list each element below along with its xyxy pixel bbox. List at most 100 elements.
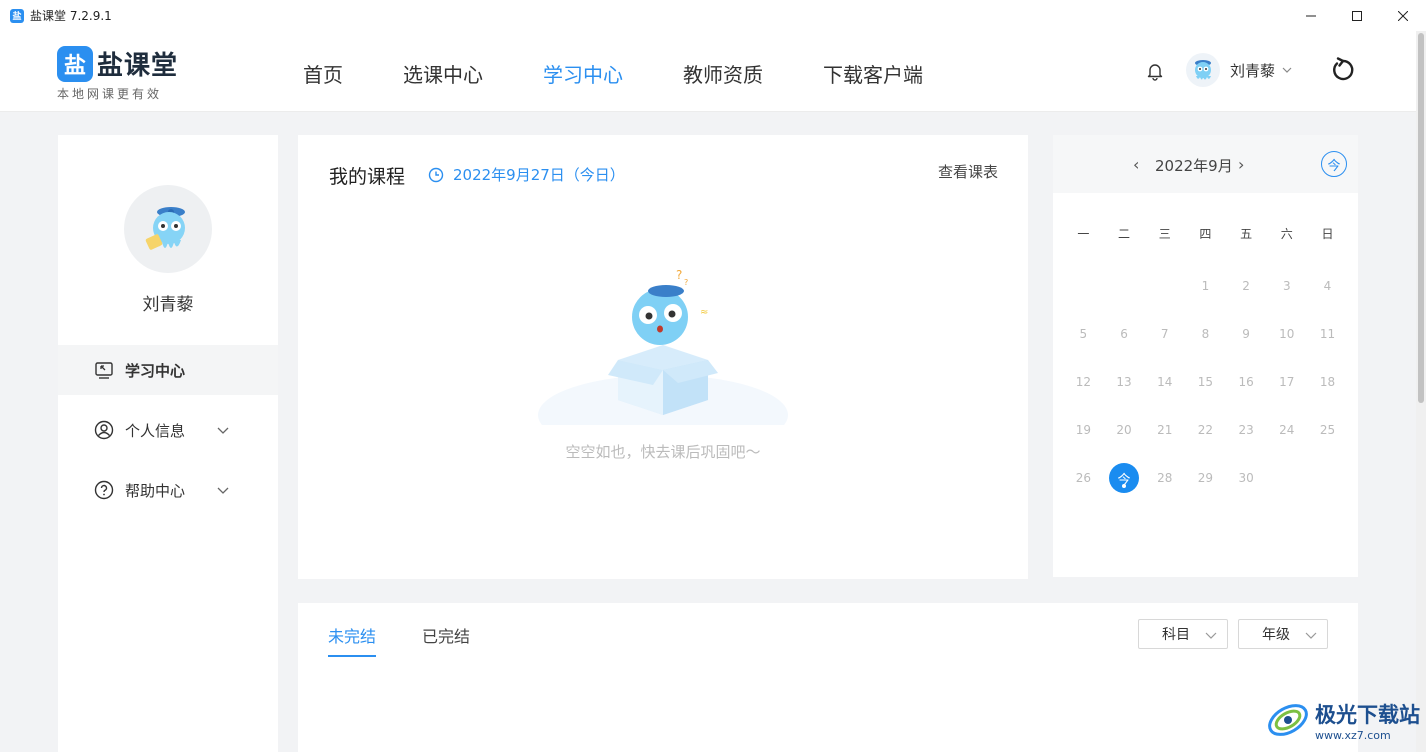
calendar-day[interactable]: 8 [1185, 322, 1226, 370]
close-button[interactable] [1380, 0, 1426, 31]
main-nav: 首页 选课中心 学习中心 教师资质 下载客户端 [303, 59, 983, 88]
weekday-label: 四 [1199, 227, 1212, 241]
grade-filter-value: 年级 [1262, 627, 1290, 643]
window-controls [1288, 0, 1426, 31]
maximize-icon [1352, 10, 1362, 21]
user-name: 刘青藜 [1230, 61, 1276, 80]
svg-text:?: ? [684, 278, 688, 287]
calendar-day[interactable]: 14 [1144, 370, 1185, 418]
svg-text:?: ? [676, 268, 682, 282]
course-title: 我的课程 [329, 166, 406, 188]
calendar-day-number: 今 [1109, 463, 1140, 493]
calendar-day[interactable]: 20 [1104, 418, 1145, 466]
weekday-label: 一 [1077, 227, 1090, 241]
calendar-day[interactable]: 16 [1226, 370, 1267, 418]
nav-home[interactable]: 首页 [303, 59, 343, 88]
tab-unfinished[interactable]: 未完结 [328, 623, 377, 657]
calendar-day[interactable]: 5 [1063, 322, 1104, 370]
sidebar-item-help-center[interactable]: 帮助中心 [58, 465, 278, 515]
calendar-day[interactable]: 17 [1266, 370, 1307, 418]
title-bar: 盐 盐课堂 7.2.9.1 [0, 0, 1426, 31]
calendar-day[interactable]: 22 [1185, 418, 1226, 466]
calendar-day[interactable]: 24 [1266, 418, 1307, 466]
calendar-day[interactable]: 1 [1185, 274, 1226, 322]
calendar-day-number: 6 [1120, 327, 1128, 341]
refresh-icon[interactable] [1330, 57, 1356, 83]
sidebar-item-learning-center[interactable]: 学习中心 [58, 345, 278, 395]
calendar-day[interactable]: 6 [1104, 322, 1145, 370]
scrollbar-thumb[interactable] [1418, 33, 1424, 403]
calendar-day-number: 17 [1279, 375, 1295, 389]
calendar-day[interactable]: 7 [1144, 322, 1185, 370]
subject-filter-value: 科目 [1162, 627, 1190, 643]
calendar-day[interactable]: 9 [1226, 322, 1267, 370]
calendar-prev-month-button[interactable]: ‹ [1133, 155, 1139, 174]
sidebar-item-personal-info[interactable]: 个人信息 [58, 405, 278, 455]
avatar [1186, 53, 1220, 87]
view-schedule-link[interactable]: 查看课表 [938, 161, 998, 182]
nav-course-center[interactable]: 选课中心 [403, 59, 483, 88]
chevron-down-icon [1282, 67, 1292, 73]
calendar-day[interactable]: 19 [1063, 418, 1104, 466]
calendar-day[interactable]: 15 [1185, 370, 1226, 418]
calendar-day[interactable]: 29 [1185, 466, 1226, 514]
calendar-day[interactable]: 28 [1144, 466, 1185, 514]
sidebar-item-label: 帮助中心 [125, 481, 186, 500]
chevron-down-icon [1205, 632, 1217, 639]
calendar-day[interactable]: 11 [1307, 322, 1348, 370]
calendar-day-number: 23 [1238, 423, 1254, 437]
calendar-day-number: 9 [1242, 327, 1250, 341]
calendar-empty-cell [1144, 274, 1185, 322]
calendar-day[interactable]: 25 [1307, 418, 1348, 466]
calendar-day[interactable]: 26 [1063, 466, 1104, 514]
calendar-day[interactable]: 4 [1307, 274, 1348, 322]
calendar-days-grid: 1 2 3 4 5 6 7 8 9 10 11 12 13 14 15 16 17 18 19 20 21 22 23 24 2… [1063, 274, 1348, 514]
calendar-day[interactable]: 12 [1063, 370, 1104, 418]
chevron-down-icon [217, 487, 229, 494]
calendar-day[interactable]: 3 [1266, 274, 1307, 322]
user-menu[interactable]: 刘青藜 [1186, 53, 1293, 87]
calendar-day-number: 14 [1157, 375, 1173, 389]
calendar-next-month-button[interactable]: › [1238, 155, 1244, 174]
logo[interactable]: 盐 盐课堂 本地网课更有效 [57, 45, 178, 102]
nav-download-client[interactable]: 下载客户端 [823, 59, 923, 88]
calendar-day[interactable]: 2 [1226, 274, 1267, 322]
maximize-button[interactable] [1334, 0, 1380, 31]
calendar-day-number: 18 [1319, 375, 1336, 389]
calendar-empty-cell [1307, 466, 1348, 514]
window-title: 盐课堂 7.2.9.1 [30, 9, 112, 23]
tab-finished[interactable]: 已完结 [422, 623, 470, 655]
watermark-url: www.xz7.com [1315, 728, 1391, 742]
watermark-logo-icon [1268, 704, 1308, 736]
calendar-month-label: 2022年9月 [1155, 157, 1233, 175]
mascot-avatar-icon [1195, 60, 1211, 80]
clock-icon [428, 167, 444, 182]
profile-avatar[interactable] [124, 185, 212, 273]
calendar-day[interactable]: 23 [1226, 418, 1267, 466]
calendar-day-number: 15 [1197, 375, 1214, 389]
minimize-button[interactable] [1288, 0, 1334, 31]
calendar-empty-cell [1063, 274, 1104, 322]
calendar-today-button[interactable]: 今 [1321, 151, 1347, 177]
calendar-day-number: 16 [1238, 375, 1254, 389]
calendar-day[interactable]: 21 [1144, 418, 1185, 466]
grade-filter-select[interactable]: 年级 [1238, 619, 1328, 649]
calendar-day-number: 29 [1197, 471, 1214, 485]
watermark-title: 极光下载站 [1315, 702, 1420, 727]
svg-text:≈: ≈ [700, 307, 708, 318]
weekday-label: 日 [1321, 227, 1334, 241]
bell-icon[interactable] [1145, 61, 1165, 81]
calendar-day[interactable]: 13 [1104, 370, 1145, 418]
nav-teacher-qualification[interactable]: 教师资质 [683, 59, 763, 88]
logo-mark: 盐 [57, 45, 93, 82]
calendar-day[interactable]: 10 [1266, 322, 1307, 370]
nav-learning-center[interactable]: 学习中心 [543, 59, 623, 88]
calendar-day-number: 3 [1282, 279, 1291, 293]
calendar-weekdays: 一 二 三 四 五 六 日 [1063, 225, 1348, 242]
profile-name: 刘青藜 [142, 295, 194, 315]
calendar-day[interactable]: 30 [1226, 466, 1267, 514]
subject-filter-select[interactable]: 科目 [1138, 619, 1228, 649]
calendar-day[interactable]: 18 [1307, 370, 1348, 418]
calendar-day-today[interactable]: 今 [1104, 463, 1145, 514]
calendar-day-number: 1 [1201, 279, 1210, 293]
